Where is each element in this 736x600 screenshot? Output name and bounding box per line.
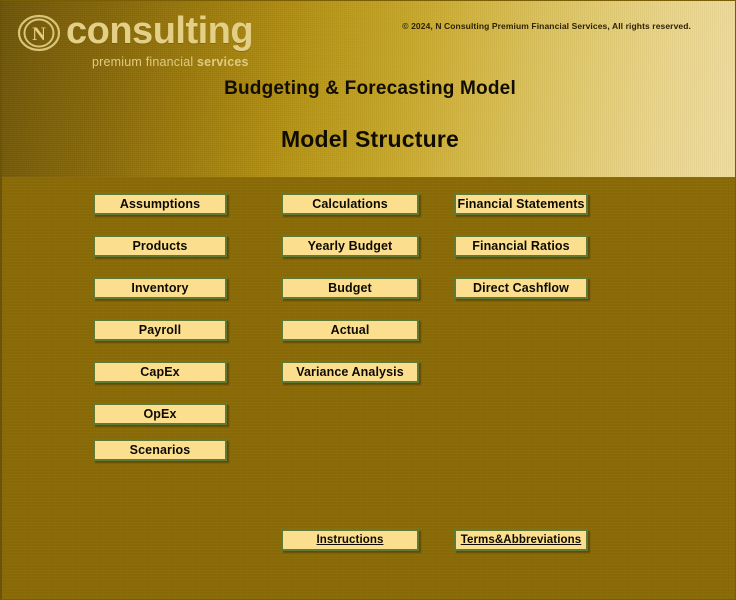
- company-logo: N consulting premium financial services: [16, 9, 254, 69]
- nav-button-yearly-budget[interactable]: Yearly Budget: [281, 235, 419, 257]
- page-title: Budgeting & Forecasting Model: [224, 78, 516, 99]
- nav-button-capex[interactable]: CapEx: [93, 361, 227, 383]
- nav-button-terms-abbreviations[interactable]: Terms&Abbreviations: [454, 529, 588, 551]
- nav-button-opex[interactable]: OpEx: [93, 403, 227, 425]
- nav-button-payroll[interactable]: Payroll: [93, 319, 227, 341]
- nav-button-assumptions[interactable]: Assumptions: [93, 193, 227, 215]
- svg-text:N: N: [32, 24, 46, 45]
- nav-button-instructions[interactable]: Instructions: [281, 529, 419, 551]
- logo-tagline-bold: services: [197, 55, 249, 69]
- logo-tagline: premium financial services: [92, 55, 253, 69]
- nav-button-variance-analysis[interactable]: Variance Analysis: [281, 361, 419, 383]
- model-structure-page: N consulting premium financial services …: [0, 0, 736, 600]
- copyright-notice: © 2024, N Consulting Premium Financial S…: [402, 21, 691, 31]
- nav-button-calculations[interactable]: Calculations: [281, 193, 419, 215]
- nav-button-actual[interactable]: Actual: [281, 319, 419, 341]
- nav-button-financial-ratios[interactable]: Financial Ratios: [454, 235, 588, 257]
- nav-button-products[interactable]: Products: [93, 235, 227, 257]
- nav-button-scenarios[interactable]: Scenarios: [93, 439, 227, 461]
- nav-button-budget[interactable]: Budget: [281, 277, 419, 299]
- nav-button-direct-cashflow[interactable]: Direct Cashflow: [454, 277, 588, 299]
- circled-n-logo-icon: N: [17, 14, 61, 52]
- page-subtitle: Model Structure: [280, 126, 460, 152]
- logo-text-block: consulting premium financial services: [66, 9, 254, 69]
- nav-button-financial-statements[interactable]: Financial Statements: [454, 193, 588, 215]
- nav-button-inventory[interactable]: Inventory: [93, 277, 227, 299]
- logo-wordmark: consulting: [66, 10, 254, 52]
- logo-tagline-light: premium financial: [92, 55, 198, 69]
